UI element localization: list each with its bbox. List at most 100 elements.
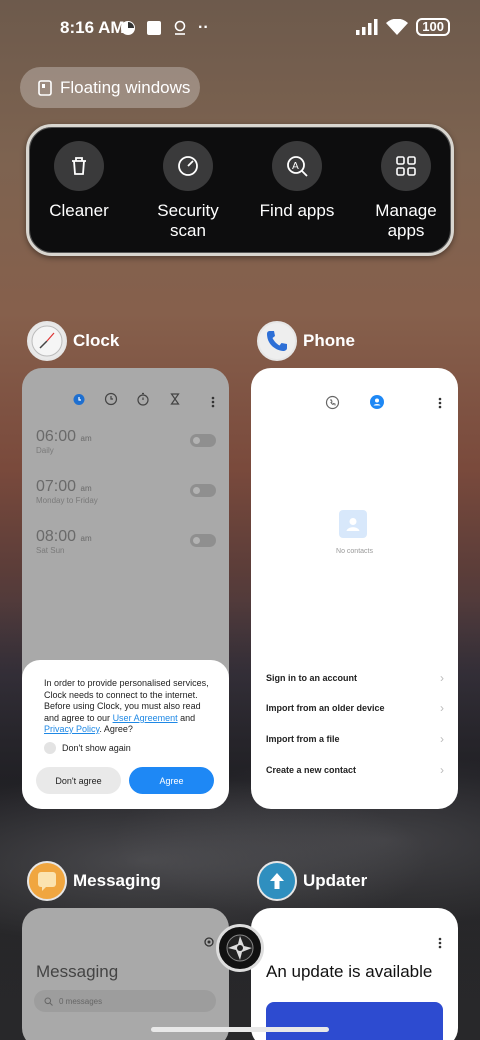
settings-icon[interactable] — [203, 936, 215, 948]
find-apps-button[interactable]: A Find apps — [247, 141, 347, 221]
clock-app-icon — [27, 321, 67, 361]
alarm-toggle[interactable] — [190, 484, 216, 497]
security-scan-icon — [178, 156, 198, 176]
alarm-time: 07:00 — [36, 478, 77, 495]
messaging-title: Messaging — [36, 962, 119, 981]
phone-app-card[interactable]: No contacts Sign in to an account › Impor… — [251, 368, 458, 809]
floating-windows-button[interactable]: Floating windows — [20, 67, 200, 108]
clock-app-name: Clock — [73, 331, 120, 350]
alarm-toggle[interactable] — [190, 434, 216, 447]
wifi-icon — [386, 18, 409, 35]
create-contact-row[interactable]: Create a new contact › — [266, 763, 444, 777]
search-icon — [44, 997, 53, 1006]
alarm-time: 06:00 — [36, 428, 77, 445]
world-clock-tab-icon[interactable] — [104, 392, 118, 406]
status-time: 8:16 AM — [60, 18, 125, 37]
manage-apps-label: Manage apps — [375, 201, 437, 240]
alarm-repeat: Monday to Friday — [36, 496, 98, 505]
chevron-right-icon: › — [440, 671, 444, 685]
phone-app-icon — [257, 321, 297, 361]
trash-icon — [72, 157, 86, 175]
cleaner-button[interactable]: Cleaner — [29, 141, 129, 221]
svg-text:A: A — [292, 161, 299, 172]
home-indicator[interactable] — [151, 1027, 329, 1032]
signal-icon — [356, 19, 378, 35]
phone-app-header[interactable]: Phone — [257, 321, 355, 361]
messaging-app-name: Messaging — [73, 871, 161, 890]
battery-indicator: 100 — [416, 18, 450, 36]
no-contacts-text: No contacts — [336, 548, 373, 555]
more-options-icon[interactable] — [211, 396, 215, 408]
update-banner — [266, 1002, 443, 1040]
app-notification-icon — [147, 21, 161, 35]
alarm-item[interactable]: 08:00 am Sat Sun — [36, 528, 216, 555]
messaging-app-header[interactable]: Messaging — [27, 861, 161, 901]
quick-tools-panel: Cleaner Security scan A Find apps Manage… — [26, 124, 454, 256]
cleaner-label: Cleaner — [49, 201, 109, 220]
search-placeholder: 0 messages — [59, 996, 103, 1006]
empty-contacts-illustration — [339, 510, 367, 538]
more-options-icon[interactable] — [438, 397, 442, 409]
chevron-right-icon: › — [440, 701, 444, 715]
alarm-item[interactable]: 07:00 am Monday to Friday — [36, 478, 216, 505]
sign-in-account-row[interactable]: Sign in to an account › — [266, 671, 444, 685]
contacts-tab-icon[interactable] — [370, 395, 384, 409]
floating-window-icon — [38, 79, 52, 96]
chevron-right-icon: › — [440, 763, 444, 777]
agree-button[interactable]: Agree — [129, 767, 214, 794]
stopwatch-tab-icon[interactable] — [136, 392, 150, 406]
consent-text-mid: and — [177, 712, 196, 723]
user-agreement-link[interactable]: User Agreement — [113, 713, 178, 723]
security-scan-button[interactable]: Security scan — [138, 141, 238, 241]
grid-icon — [396, 156, 416, 176]
floating-window-toggle-button[interactable] — [216, 924, 264, 972]
checkbox[interactable] — [44, 741, 56, 754]
messages-search-input[interactable]: 0 messages — [34, 990, 216, 1012]
consent-text-end: . Agree? — [99, 724, 133, 734]
alarm-ampm: am — [80, 434, 92, 443]
row-label: Import from an older device — [266, 703, 385, 713]
import-older-device-row[interactable]: Import from an older device › — [266, 701, 444, 715]
consent-text: In order to provide personalised service… — [44, 678, 213, 736]
recents-tab-icon[interactable] — [325, 395, 340, 410]
phone-app-name: Phone — [303, 331, 355, 350]
updater-app-header[interactable]: Updater — [257, 861, 367, 901]
updater-app-name: Updater — [303, 871, 368, 890]
privacy-policy-link[interactable]: Privacy Policy — [44, 724, 99, 734]
find-apps-icon: A — [287, 156, 308, 177]
clock-tabs — [72, 392, 182, 406]
row-label: Sign in to an account — [266, 673, 358, 683]
location-icon — [174, 20, 186, 35]
alarm-repeat: Sat Sun — [36, 546, 65, 555]
floating-windows-label: Floating windows — [60, 77, 191, 97]
clock-app-card[interactable]: 06:00 am Daily 07:00 am Monday to Friday… — [22, 368, 229, 809]
security-scan-label: Security scan — [157, 201, 219, 240]
alarm-time: 08:00 — [36, 528, 77, 545]
find-apps-label: Find apps — [259, 201, 335, 220]
more-notifications-icon: ·· — [198, 19, 209, 36]
clock-app-header[interactable]: Clock — [27, 321, 119, 361]
data-saver-icon — [121, 21, 135, 35]
update-title: An update is available — [266, 962, 433, 981]
consent-dialog: In order to provide personalised service… — [22, 660, 229, 809]
import-file-row[interactable]: Import from a file › — [266, 732, 444, 746]
status-bar: 8:16 AM ·· 100 — [0, 14, 480, 42]
dont-show-again-checkbox[interactable]: Don't show again — [44, 741, 213, 754]
alarm-ampm: am — [80, 484, 92, 493]
messaging-app-icon — [27, 861, 67, 901]
messaging-app-card[interactable]: Messaging 0 messages — [22, 908, 229, 1040]
manage-apps-button[interactable]: Manage apps — [356, 141, 456, 241]
more-options-icon[interactable] — [438, 937, 442, 949]
alarm-tab-icon[interactable] — [72, 392, 86, 406]
alarm-repeat: Daily — [36, 446, 54, 455]
dont-agree-button[interactable]: Don't agree — [36, 767, 121, 794]
alarm-ampm: am — [80, 534, 92, 543]
timer-tab-icon[interactable] — [168, 392, 182, 406]
alarm-item[interactable]: 06:00 am Daily — [36, 428, 216, 455]
updater-app-card[interactable]: An update is available — [251, 908, 458, 1040]
aperture-icon — [226, 934, 254, 962]
row-label: Create a new contact — [266, 765, 357, 775]
alarm-toggle[interactable] — [190, 534, 216, 547]
dont-show-again-label: Don't show again — [62, 742, 131, 753]
contact-placeholder-icon — [346, 518, 360, 531]
